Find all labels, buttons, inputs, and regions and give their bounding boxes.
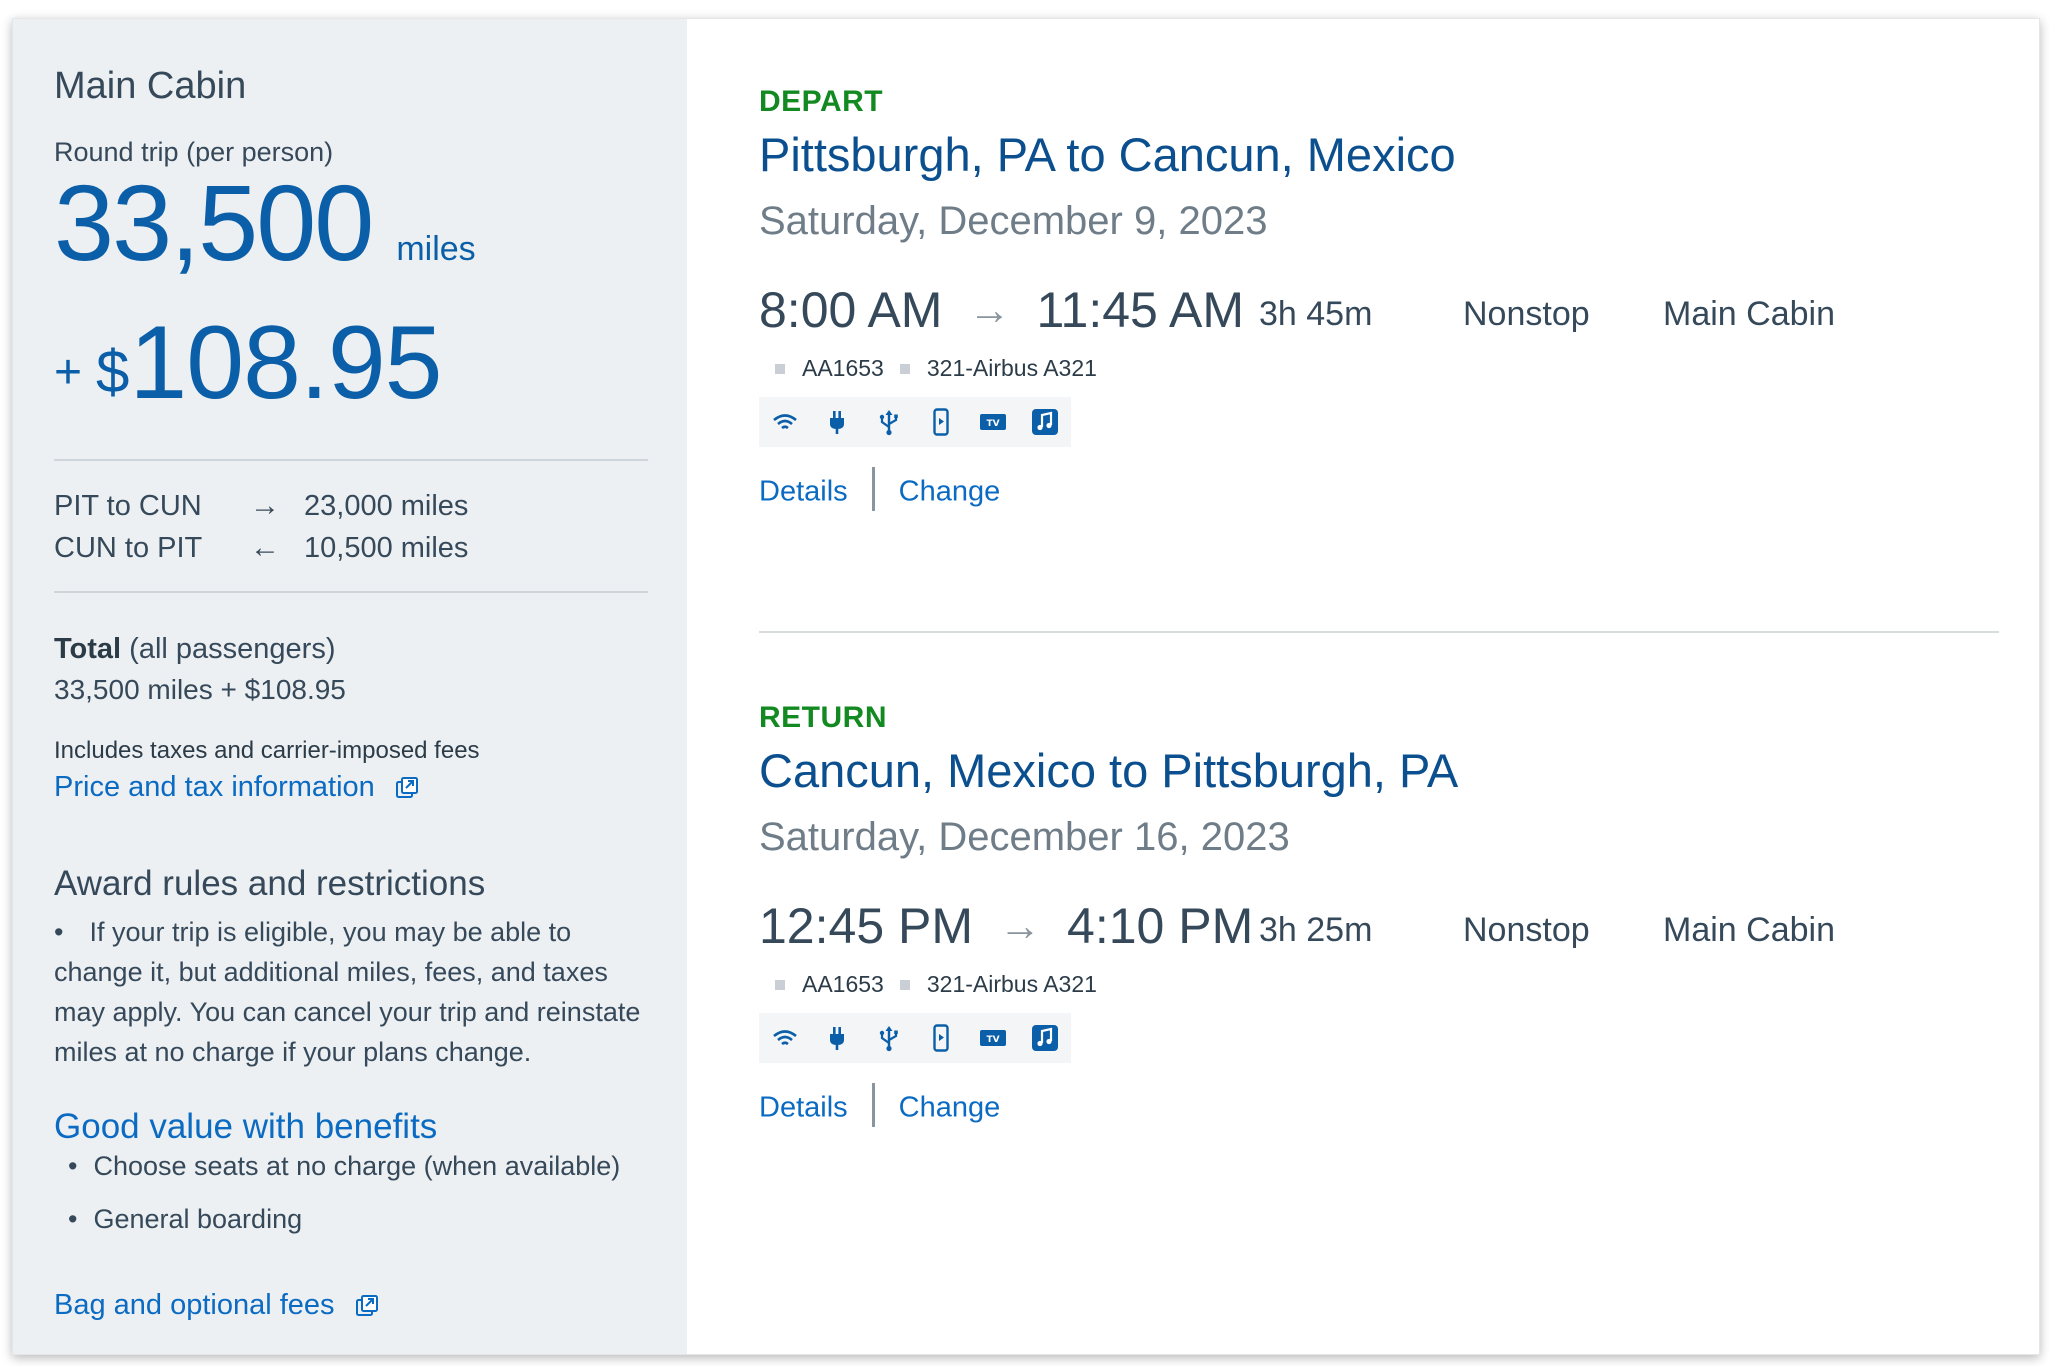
external-link-icon	[355, 1295, 378, 1317]
flight-number: AA1653	[802, 355, 884, 381]
bullet-square	[899, 980, 910, 990]
flight-info: AA1653 321-Airbus A321	[759, 355, 1097, 382]
wifi-icon	[773, 1030, 797, 1046]
link-separator	[871, 1083, 875, 1127]
divider	[54, 459, 648, 461]
award-rules-body: If your trip is eligible, you may be abl…	[54, 917, 641, 1067]
plus-sign: +	[54, 346, 83, 399]
miles-price: 33,500 miles	[54, 169, 476, 277]
flight-actions: Details Change	[759, 1083, 1001, 1131]
mobile-entertainment-icon	[933, 1024, 949, 1052]
flight-times: 12:45 PM → 4:10 PM	[759, 897, 1253, 955]
arrow-left-icon: ←	[250, 531, 280, 564]
flight-stops: Nonstop	[1463, 295, 1590, 333]
currency-symbol: $	[96, 338, 130, 405]
usb-icon	[879, 1026, 898, 1052]
segment-row: CUN to PIT ← 10,500 miles	[54, 531, 468, 565]
flight-cabin: Main Cabin	[1663, 295, 1835, 333]
amenities-bar: TV	[759, 1013, 1071, 1063]
svg-text:TV: TV	[986, 419, 999, 429]
segment-miles: 23,000 miles	[304, 490, 469, 522]
total-heading: Total (all passengers)	[54, 633, 336, 666]
benefit-text: Choose seats at no charge (when availabl…	[93, 1151, 621, 1181]
bag-fees-label: Bag and optional fees	[54, 1289, 335, 1321]
bullet-square	[775, 364, 785, 374]
cash-price: + $108.95	[54, 311, 443, 415]
external-link-icon	[395, 777, 418, 799]
divider	[54, 591, 648, 593]
aircraft: 321-Airbus A321	[926, 971, 1097, 997]
arrive-time: 11:45 AM	[1036, 282, 1244, 338]
aircraft: 321-Airbus A321	[926, 355, 1097, 381]
arrow-right-icon: →	[250, 489, 280, 522]
power-outlet-icon	[830, 1027, 844, 1050]
price-tax-info-label: Price and tax information	[54, 771, 375, 803]
flight-number: AA1653	[802, 971, 884, 997]
segment-route: PIT to CUN	[54, 490, 202, 522]
flight-times: 8:00 AM → 11:45 AM	[759, 281, 1244, 339]
bullet: •	[68, 1151, 78, 1181]
award-rules-title: Award rules and restrictions	[54, 864, 486, 903]
segment-row: PIT to CUN → 23,000 miles	[54, 489, 468, 523]
total-label: Total	[54, 633, 122, 665]
music-icon	[1032, 1025, 1058, 1051]
bullet-square	[775, 980, 785, 990]
benefits-title: Good value with benefits	[54, 1107, 438, 1146]
flight-divider	[759, 631, 1999, 633]
amenities-bar: TV	[759, 397, 1071, 447]
leg-label: DEPART	[759, 85, 884, 118]
segment-miles: 10,500 miles	[304, 532, 469, 564]
details-link[interactable]: Details	[759, 476, 848, 508]
route-title: Pittsburgh, PA to Cancun, Mexico	[759, 128, 1456, 181]
award-rules-text: • If your trip is eligible, you may be ab…	[54, 912, 654, 1072]
details-link[interactable]: Details	[759, 1092, 848, 1124]
bag-fees-link[interactable]: Bag and optional fees	[54, 1289, 379, 1322]
music-icon	[1032, 409, 1058, 435]
bullet: •	[68, 1204, 78, 1234]
change-link[interactable]: Change	[899, 476, 1001, 508]
miles-unit: miles	[396, 230, 476, 268]
flight-date: Saturday, December 9, 2023	[759, 199, 1268, 243]
flight-stops: Nonstop	[1463, 911, 1590, 949]
flight-cabin: Main Cabin	[1663, 911, 1835, 949]
cabin-title: Main Cabin	[54, 65, 247, 107]
tv-icon: TV	[980, 414, 1006, 430]
link-separator	[871, 467, 875, 511]
cash-amount: 108.95	[129, 305, 442, 421]
tv-icon: TV	[980, 1030, 1006, 1046]
mobile-entertainment-icon	[933, 408, 949, 436]
power-outlet-icon	[830, 411, 844, 434]
total-value: 33,500 miles + $108.95	[54, 674, 346, 705]
svg-text:TV: TV	[986, 1035, 999, 1045]
total-sublabel: (all passengers)	[121, 633, 336, 665]
change-link[interactable]: Change	[899, 1092, 1001, 1124]
wifi-icon	[773, 414, 797, 430]
arrow-right-icon: →	[968, 286, 1011, 333]
price-summary-panel: Main Cabin Round trip (per person) 33,50…	[13, 19, 687, 1354]
flight-info: AA1653 321-Airbus A321	[759, 971, 1097, 998]
flight-date: Saturday, December 16, 2023	[759, 815, 1290, 859]
route-title: Cancun, Mexico to Pittsburgh, PA	[759, 744, 1459, 797]
benefit-text: General boarding	[93, 1204, 303, 1234]
usb-icon	[879, 410, 898, 436]
flight-actions: Details Change	[759, 467, 1001, 515]
trip-summary-card: Main Cabin Round trip (per person) 33,50…	[12, 18, 2040, 1355]
arrow-right-icon: →	[999, 902, 1042, 949]
flight-duration: 3h 45m	[1259, 295, 1373, 333]
depart-time: 12:45 PM	[759, 898, 974, 954]
tax-note: Includes taxes and carrier-imposed fees	[54, 737, 480, 764]
bullet-square	[899, 364, 910, 374]
bullet: •	[54, 917, 64, 947]
benefit-item: • General boarding	[68, 1204, 302, 1235]
arrive-time: 4:10 PM	[1067, 898, 1254, 954]
benefit-item: • Choose seats at no charge (when availab…	[68, 1151, 620, 1182]
leg-label: RETURN	[759, 701, 887, 734]
price-tax-info-link[interactable]: Price and tax information	[54, 771, 419, 804]
miles-amount: 33,500	[54, 162, 374, 283]
flight-duration: 3h 25m	[1259, 911, 1373, 949]
segment-route: CUN to PIT	[54, 532, 203, 564]
depart-time: 8:00 AM	[759, 282, 943, 338]
